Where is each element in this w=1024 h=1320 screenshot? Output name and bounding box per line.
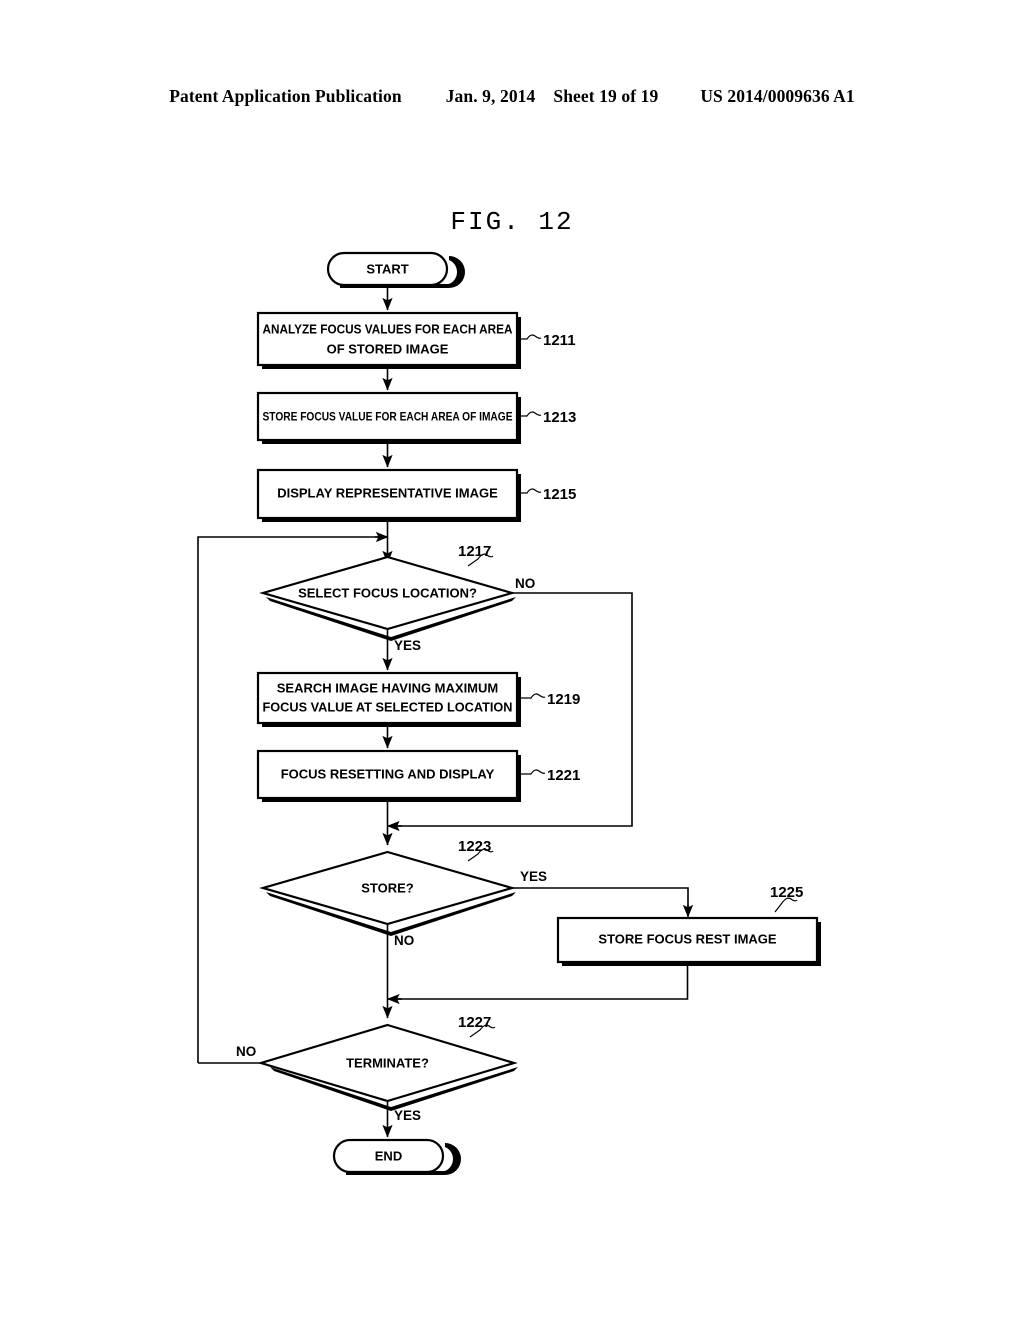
node-1227: TERMINATE?	[257, 1023, 518, 1111]
ref-1221: 1221	[547, 767, 580, 784]
ref-1225: 1225	[770, 884, 803, 901]
ref-1211: 1211	[543, 332, 576, 349]
node-1211-label-line2: OF STORED IMAGE	[327, 341, 449, 356]
node-1225: STORE FOCUS REST IMAGE	[556, 916, 821, 966]
node-1223-label: STORE?	[361, 880, 414, 895]
node-1227-label: TERMINATE?	[346, 1055, 429, 1070]
edge-label-1217-no: NO	[515, 576, 535, 591]
node-end-label: END	[375, 1148, 402, 1163]
node-1211: ANALYZE FOCUS VALUES FOR EACH AREA OF ST…	[256, 311, 521, 369]
ref-1217: 1217	[458, 543, 491, 560]
node-1215: DISPLAY REPRESENTATIVE IMAGE	[256, 468, 521, 522]
node-1217-label: SELECT FOCUS LOCATION?	[298, 585, 477, 600]
node-1219-label-line1: SEARCH IMAGE HAVING MAXIMUM	[277, 680, 498, 695]
edge-1223-yes	[512, 887, 689, 912]
node-1225-label: STORE FOCUS REST IMAGE	[598, 931, 776, 946]
node-1223: STORE?	[259, 850, 516, 936]
node-start: START	[326, 251, 465, 288]
node-1221: FOCUS RESETTING AND DISPLAY	[256, 749, 521, 802]
node-1213-label: STORE FOCUS VALUE FOR EACH AREA OF IMAGE	[263, 409, 513, 423]
edge-label-1227-no: NO	[236, 1044, 256, 1059]
ref-1215: 1215	[543, 486, 576, 503]
edge-label-1223-yes: YES	[520, 869, 547, 884]
edge-label-1227-yes: YES	[394, 1108, 421, 1123]
leader-1221	[521, 769, 546, 775]
node-1213: STORE FOCUS VALUE FOR EACH AREA OF IMAGE	[256, 391, 521, 444]
ref-1213: 1213	[543, 409, 576, 426]
ref-1219: 1219	[547, 691, 580, 708]
node-1219: SEARCH IMAGE HAVING MAXIMUM FOCUS VALUE …	[256, 671, 521, 727]
flowchart-diagram: START ANALYZE FOCUS VALUES FOR EACH AREA…	[0, 0, 1024, 1320]
node-end: END	[332, 1138, 461, 1175]
node-1219-label-line2: FOCUS VALUE AT SELECTED LOCATION	[263, 699, 513, 714]
node-1215-label: DISPLAY REPRESENTATIVE IMAGE	[277, 485, 498, 500]
edge-label-1223-no: NO	[394, 933, 414, 948]
edge-1225-return	[396, 962, 689, 1000]
node-1211-label-line1: ANALYZE FOCUS VALUES FOR EACH AREA	[263, 321, 514, 336]
node-1217: SELECT FOCUS LOCATION?	[259, 555, 516, 641]
node-1221-label: FOCUS RESETTING AND DISPLAY	[281, 766, 495, 781]
edge-label-1217-yes: YES	[394, 638, 421, 653]
ref-1227: 1227	[458, 1014, 491, 1031]
ref-1223: 1223	[458, 838, 491, 855]
leader-1219	[521, 693, 546, 699]
node-start-label: START	[366, 261, 408, 276]
